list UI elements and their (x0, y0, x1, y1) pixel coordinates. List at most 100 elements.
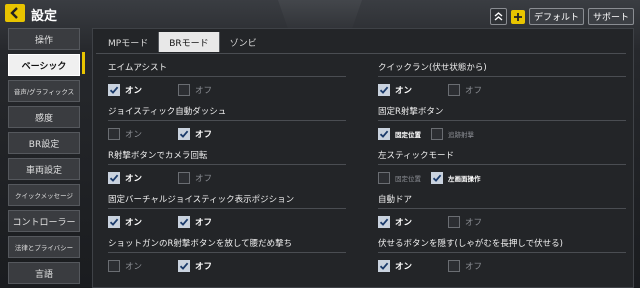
checkmark-icon (432, 174, 442, 182)
collapse-button[interactable] (489, 8, 507, 25)
setting-option[interactable]: オン (378, 216, 434, 228)
setting-option[interactable]: オフ (178, 128, 234, 140)
setting-options: 固定位置 左画面操作 (378, 171, 626, 185)
setting-divider (378, 164, 626, 165)
setting-options: 固定位置 追跡射撃 (378, 127, 626, 141)
sidebar-item-vehicle-settings[interactable]: 車両設定 (8, 158, 80, 180)
add-button[interactable] (510, 9, 525, 24)
setting-divider (108, 120, 346, 121)
checkbox-unchecked[interactable] (178, 172, 190, 184)
checkbox-checked[interactable] (108, 216, 120, 228)
active-indicator (82, 52, 85, 74)
setting-divider (108, 252, 346, 253)
tab-zombie[interactable]: ゾンビ (220, 32, 267, 52)
setting-right-2: 左スティックモード 固定位置 左画面操作 (378, 150, 626, 185)
setting-option[interactable]: 固定位置 (378, 172, 421, 184)
checkmark-icon (379, 130, 389, 138)
setting-option[interactable]: オン (378, 260, 434, 272)
setting-option[interactable]: オン (108, 128, 164, 140)
setting-option[interactable]: オン (108, 84, 164, 96)
header-actions: デフォルト サポート (489, 8, 634, 25)
checkbox-checked[interactable] (378, 216, 390, 228)
checkbox-unchecked[interactable] (448, 216, 460, 228)
sidebar-item-quick-message[interactable]: クイックメッセージ (8, 184, 80, 206)
setting-option[interactable]: オフ (178, 84, 234, 96)
option-label: オフ (465, 218, 483, 228)
setting-divider (378, 120, 626, 121)
checkmark-icon (379, 86, 389, 94)
checkbox-unchecked[interactable] (448, 260, 460, 272)
setting-options: オン オフ (108, 259, 346, 273)
checkbox-checked[interactable] (108, 172, 120, 184)
setting-right-0: クイックラン(伏せ状態から) オン オフ (378, 62, 626, 97)
setting-options: オン オフ (378, 215, 626, 229)
setting-options: オン オフ (378, 83, 626, 97)
setting-title: 固定R射撃ボタン (378, 107, 444, 117)
sidebar-item-controller[interactable]: コントローラー (8, 210, 80, 232)
setting-option[interactable]: オフ (178, 216, 234, 228)
setting-right-1: 固定R射撃ボタン 固定位置 追跡射撃 (378, 106, 626, 141)
option-label: オフ (195, 262, 213, 272)
checkbox-checked[interactable] (178, 216, 190, 228)
sidebar-item-basic[interactable]: ベーシック (8, 54, 80, 76)
default-button[interactable]: デフォルト (528, 8, 584, 25)
back-button[interactable] (5, 4, 25, 22)
sidebar-item-language[interactable]: 言語 (8, 262, 80, 284)
setting-option[interactable]: 追跡射撃 (431, 128, 474, 140)
checkmark-icon (179, 130, 189, 138)
setting-left-3: 固定バーチャルジョイスティック表示ポジション オン オフ (108, 194, 346, 229)
setting-options: オン オフ (108, 215, 346, 229)
option-label: 左画面操作 (448, 175, 481, 183)
option-label: オン (395, 218, 413, 228)
option-label: オフ (195, 86, 213, 96)
setting-option[interactable]: オフ (178, 172, 234, 184)
checkbox-checked[interactable] (178, 260, 190, 272)
checkbox-unchecked[interactable] (178, 84, 190, 96)
setting-option[interactable]: オン (108, 260, 164, 272)
support-button[interactable]: サポート (587, 8, 634, 25)
setting-option[interactable]: オフ (178, 260, 234, 272)
checkbox-checked[interactable] (431, 172, 443, 184)
tab-br-mode[interactable]: BRモード (159, 32, 220, 52)
checkbox-unchecked[interactable] (448, 84, 460, 96)
checkbox-unchecked[interactable] (431, 128, 443, 140)
checkmark-icon (379, 262, 389, 270)
checkmark-icon (179, 262, 189, 270)
checkbox-checked[interactable] (378, 84, 390, 96)
double-chevron-up-icon (494, 12, 503, 21)
setting-title: 左スティックモード (378, 151, 454, 161)
setting-option[interactable]: オン (378, 84, 434, 96)
setting-option[interactable]: オフ (448, 216, 504, 228)
tab-mp-mode[interactable]: MPモード (98, 32, 160, 52)
checkbox-unchecked[interactable] (108, 260, 120, 272)
sidebar-item-audio-graphics[interactable]: 音声/グラフィックス (8, 80, 80, 102)
checkbox-checked[interactable] (178, 128, 190, 140)
sidebar-item-sensitivity[interactable]: 感度 (8, 106, 80, 128)
checkmark-icon (379, 218, 389, 226)
setting-option[interactable]: 左画面操作 (431, 172, 481, 184)
setting-left-0: エイムアシスト オン オフ (108, 62, 346, 97)
setting-options: オン オフ (108, 83, 346, 97)
setting-left-1: ジョイスティック自動ダッシュ オン オフ (108, 106, 346, 141)
checkbox-checked[interactable] (378, 128, 390, 140)
checkbox-checked[interactable] (378, 260, 390, 272)
sidebar-item-controls[interactable]: 操作 (8, 28, 80, 50)
checkbox-unchecked[interactable] (108, 128, 120, 140)
sidebar: 操作 ベーシック 音声/グラフィックス 感度 BR設定 車両設定 クイックメッセ… (8, 28, 82, 288)
sidebar-item-legal-privacy[interactable]: 法律とプライバシー (8, 236, 80, 258)
sidebar-item-br-settings[interactable]: BR設定 (8, 132, 80, 154)
setting-left-2: R射撃ボタンでカメラ回転 オン オフ (108, 150, 346, 185)
setting-option[interactable]: オン (108, 172, 164, 184)
setting-divider (108, 164, 346, 165)
setting-options: オン オフ (108, 171, 346, 185)
option-label: 固定位置 (395, 131, 421, 139)
option-label: オン (125, 86, 143, 96)
checkbox-checked[interactable] (108, 84, 120, 96)
setting-option[interactable]: オフ (448, 260, 504, 272)
setting-option[interactable]: 固定位置 (378, 128, 421, 140)
setting-option[interactable]: オフ (448, 84, 504, 96)
option-label: オフ (195, 174, 213, 184)
setting-option[interactable]: オン (108, 216, 164, 228)
checkbox-unchecked[interactable] (378, 172, 390, 184)
option-label: オン (125, 174, 143, 184)
